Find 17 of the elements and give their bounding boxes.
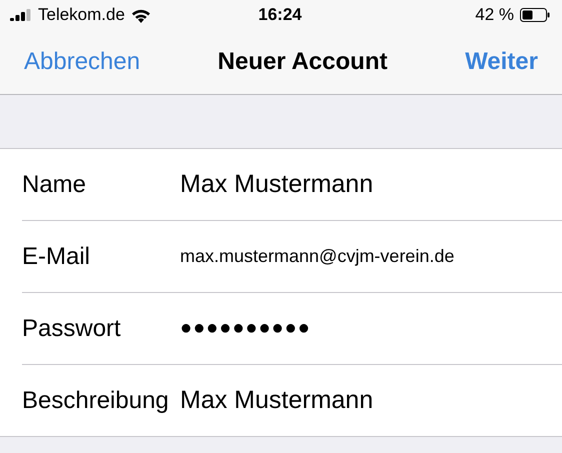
carrier-name: Telekom.de: [38, 5, 125, 25]
screen-title: Neuer Account: [218, 48, 388, 76]
battery-icon: [520, 8, 550, 22]
wifi-icon: [130, 8, 151, 22]
field-label: Passwort: [22, 314, 122, 342]
next-button[interactable]: Weiter: [465, 48, 538, 76]
field-label: E-Mail: [22, 242, 92, 270]
field-label: Beschreibung: [22, 386, 170, 414]
cancel-button[interactable]: Abbrechen: [24, 48, 140, 76]
signal-icon: [10, 9, 32, 21]
field-label: Name: [22, 170, 88, 198]
input-field[interactable]: max.mustermann@cvjm-verein.de: [180, 246, 562, 267]
battery-percent: 42 %: [475, 5, 514, 25]
input-field[interactable]: Max Mustermann: [180, 170, 562, 199]
clock-time: 16:24: [258, 5, 302, 25]
input-field[interactable]: ●●●●●●●●●●: [180, 317, 562, 340]
input-field[interactable]: Max Mustermann: [180, 386, 562, 415]
